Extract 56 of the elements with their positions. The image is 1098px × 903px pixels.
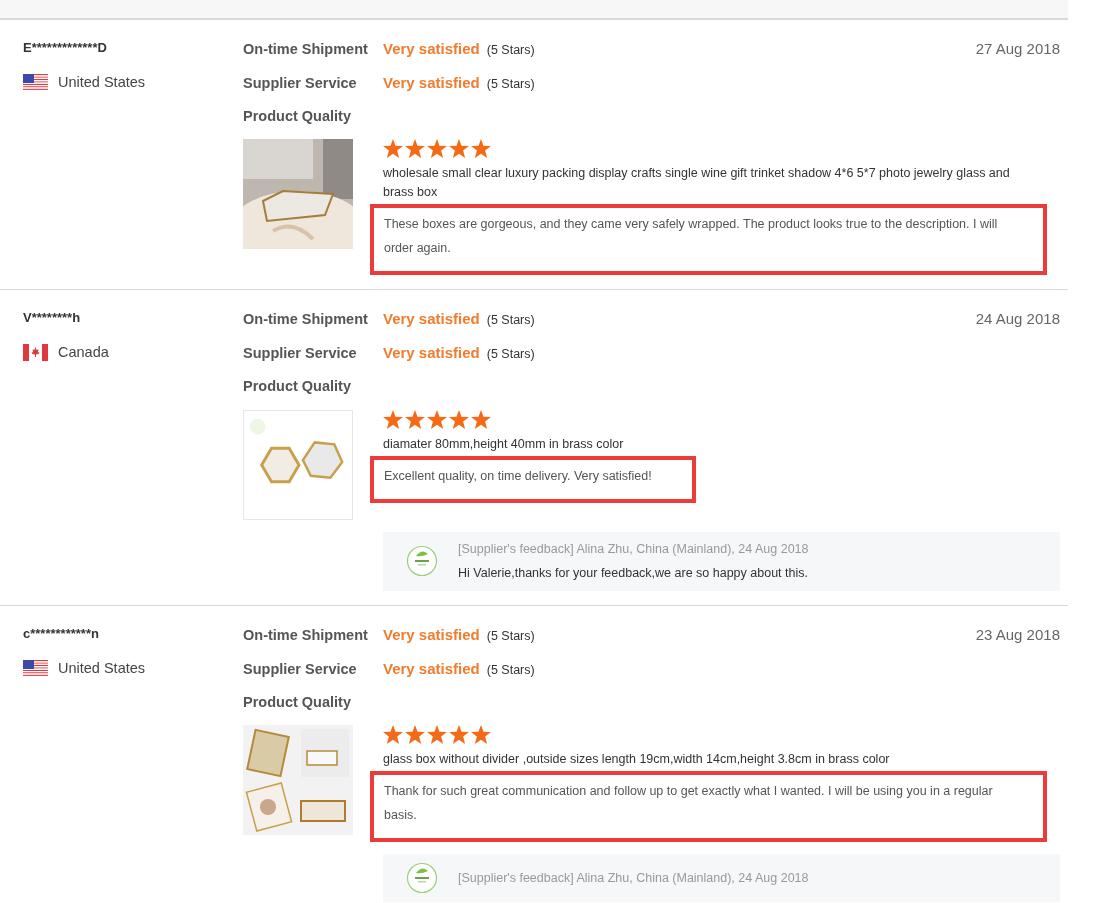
review-date: 24 Aug 2018 [975,309,1060,330]
product-name: glass box without divider ,outside sizes length 19cm,width 14cm,height 3.8cm in brass color [383,751,891,769]
rating-label: Product Quality [243,376,352,396]
star-icon [383,139,403,159]
star-icon [449,409,469,429]
feedback-header: [Supplier's feedback] Alina Zhu, China (Mainland), 24 Aug 2018 [458,869,809,887]
star-icon [427,725,447,745]
star-icon [405,725,425,745]
star-icon [383,409,403,429]
star-icon [427,409,447,429]
rating-label: Product Quality [243,692,352,712]
rating-value: Very satisfied [383,658,480,679]
review-comment: Excellent quality, on time delivery. Very satisfied! [384,468,652,483]
rating-value: Very satisfied [383,625,480,645]
rating-label: Supplier Service [243,659,358,679]
rating-value: Very satisfied [383,72,480,93]
rating-label: Supplier Service [243,73,358,93]
rating-label: Product Quality [243,106,352,126]
star-icon [427,139,447,159]
star-icon [471,409,491,429]
rating-value: Very satisfied [383,39,480,59]
star-icon [405,139,425,159]
rating-label: On-time Shipment [243,310,369,330]
review-comment: Thank for such great communication and follow up to get exactly what I wanted. I will be using you in a regular basis. [384,784,993,823]
review-comment: These boxes are gorgeous, and they came very safely wrapped. The product looks true to the description. I will order again. [384,217,998,256]
product-name: diamater 80mm,height 40mm in brass color [383,435,625,453]
buyer-name: V********h [23,309,82,328]
country-name: Canada [58,342,109,362]
star-icon [471,725,491,745]
star-count: (5 Stars) [486,346,535,363]
review-date: 23 Aug 2018 [975,625,1060,645]
feedback-message: Hi Valerie,thanks for your feedback,we are so happy about this. [458,565,809,583]
star-count: (5 Stars) [486,42,535,59]
star-count: (5 Stars) [486,312,535,330]
rating-value: Very satisfied [383,309,480,330]
logo-icon [406,862,438,895]
buyer-name: E*************D [23,39,108,57]
star-icon [471,139,491,159]
logo-icon [406,545,438,578]
feedback-header: [Supplier's feedback] Alina Zhu, China (Mainland), 24 Aug 2018 [458,540,809,558]
star-count: (5 Stars) [486,661,535,679]
star-icon [449,725,469,745]
star-icon [405,409,425,429]
star-count: (5 Stars) [486,628,535,645]
star-count: (5 Stars) [486,75,535,93]
rating-label: On-time Shipment [243,40,369,59]
product-name: wholesale small clear luxury packing display crafts single wine gift trinket shadow 4*6 5*7 photo jewelry glass and brass box [383,165,1011,202]
star-icon [383,725,403,745]
review-date: 27 Aug 2018 [975,39,1060,59]
country-name: United States [58,72,146,92]
buyer-name: c************n [23,625,100,643]
rating-value: Very satisfied [383,343,480,363]
country-name: United States [58,658,146,678]
rating-label: Supplier Service [243,344,358,363]
rating-label: On-time Shipment [243,626,369,645]
star-icon [449,139,469,159]
